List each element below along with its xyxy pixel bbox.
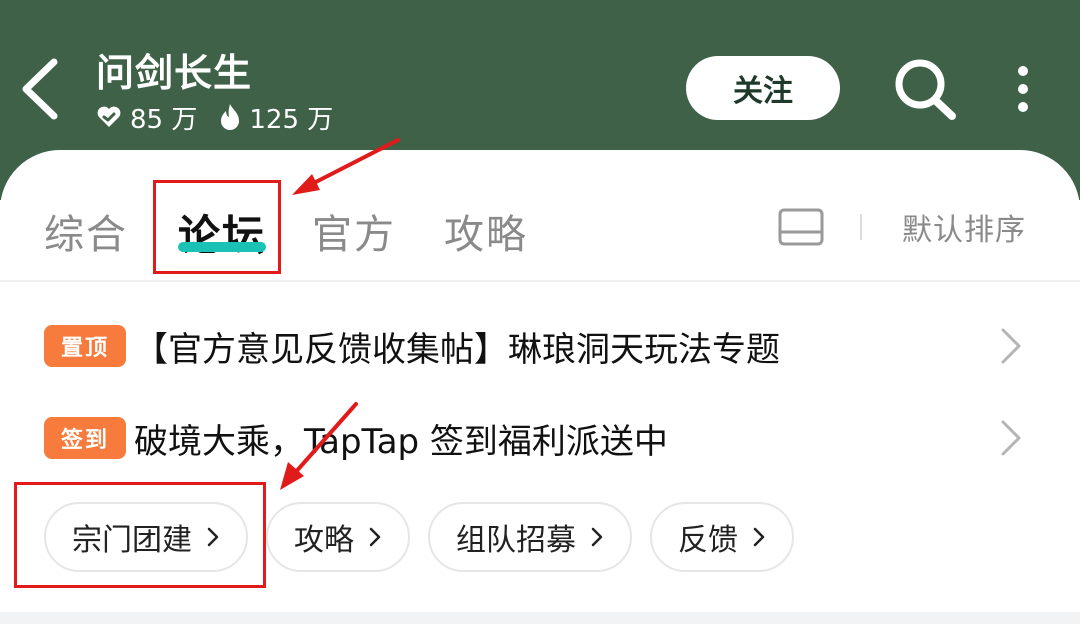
chip-label: 攻略 [294,523,354,558]
annotation-box-forum-tab [153,180,281,274]
back-arrow-icon[interactable] [18,58,62,120]
more-options-icon[interactable] [1008,64,1038,114]
heart-icon [97,106,121,127]
chevron-right-icon [753,527,765,547]
tab-divider [0,280,1080,282]
followers-stat: 85 万 [96,99,197,136]
chip-guides[interactable]: 攻略 [266,502,410,572]
follow-button[interactable]: 关注 [686,56,840,120]
post-title: 【官方意见反馈收集帖】琳琅洞天玩法专题 [134,329,780,370]
chip-feedback[interactable]: 反馈 [650,502,794,572]
post-title: 破境大乘，TapTap 签到福利派送中 [134,421,668,462]
chevron-right-icon [1001,328,1021,364]
popularity-count: 125 万 [249,104,334,135]
pinned-badge: 置顶 [44,325,126,367]
chip-label: 组队招募 [456,523,576,558]
flame-icon [221,104,240,130]
chip-team-recruit[interactable]: 组队招募 [428,502,632,572]
tab-official[interactable]: 官方 [312,202,396,260]
section-separator [0,612,1080,624]
tab-bar: 综合 论坛 官方 攻略 默认排序 [0,150,1080,280]
checkin-badge: 签到 [44,417,126,459]
game-title: 问剑长生 [96,51,253,95]
divider [860,214,862,240]
chevron-right-icon [591,527,603,547]
followers-count: 85 万 [130,104,198,135]
chip-label: 反馈 [678,523,738,558]
pinned-post[interactable]: 置顶 【官方意见反馈收集帖】琳琅洞天玩法专题 [44,316,1034,376]
chevron-right-icon [1001,420,1021,456]
search-icon[interactable] [890,56,960,122]
sort-dropdown[interactable]: 默认排序 [902,205,1026,249]
annotation-box-chip [14,482,266,588]
chevron-right-icon [369,527,381,547]
content-card: 综合 论坛 官方 攻略 默认排序 置顶 【官方意见反馈收集帖】琳琅洞天玩法专题 … [0,150,1080,624]
tab-overview[interactable]: 综合 [44,202,128,260]
popularity-stat: 125 万 [219,99,333,136]
layout-toggle-icon[interactable] [778,208,824,246]
tab-guides[interactable]: 攻略 [444,202,528,260]
game-stats: 85 万 125 万 [96,99,333,136]
checkin-post[interactable]: 签到 破境大乘，TapTap 签到福利派送中 [44,408,1034,468]
